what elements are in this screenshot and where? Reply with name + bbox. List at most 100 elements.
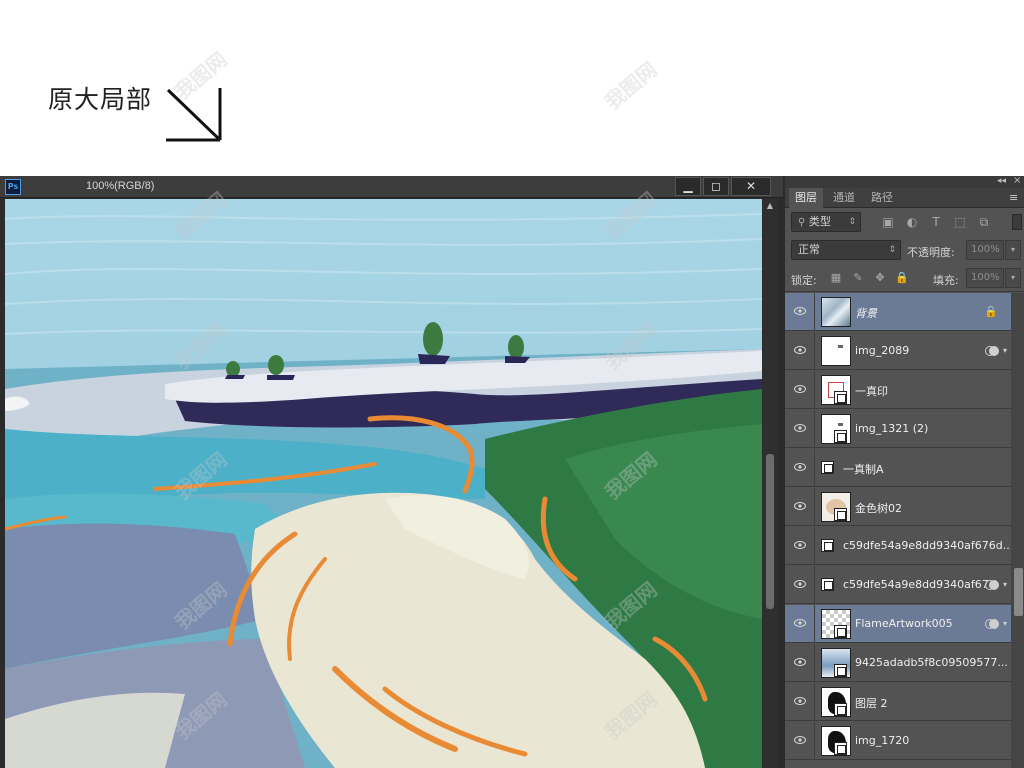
visibility-toggle[interactable] — [785, 566, 815, 604]
layer-row[interactable]: 背景 🔒 — [785, 293, 1011, 331]
expand-caret-icon[interactable]: ▾ — [1003, 346, 1007, 355]
smart-object-filter-icon[interactable]: ⧉ — [977, 215, 991, 229]
layer-row[interactable]: 一真印 — [785, 371, 1011, 409]
layer-row[interactable]: c59dfe54a9e8dd9340af67... ▾ — [785, 566, 1011, 604]
layer-list: 背景 🔒 img_2089 ▾ 一真印 img_1321 (2) 一真制A 金色树02 c59d… — [785, 293, 1024, 768]
layer-name[interactable]: img_1321 (2) — [855, 422, 928, 435]
layer-name[interactable]: FlameArtwork005 — [855, 617, 953, 630]
layer-row[interactable]: 9425adadb5f8c09509577... — [785, 644, 1011, 682]
adjustment-filter-icon[interactable]: ◐ — [905, 215, 919, 229]
layer-row[interactable]: img_1321 (2) — [785, 410, 1011, 448]
eye-icon — [794, 619, 806, 627]
panel-top-strip: ◂◂ × — [785, 175, 1024, 188]
filter-toggle[interactable] — [1012, 214, 1022, 230]
lock-position-icon[interactable]: ✥ — [873, 271, 887, 285]
collapse-panel-icon[interactable]: ◂◂ — [997, 176, 1006, 186]
eye-icon — [794, 307, 806, 315]
layer-row[interactable]: img_1720 — [785, 722, 1011, 760]
layer-name[interactable]: 9425adadb5f8c09509577... — [855, 656, 1008, 669]
filter-row: ⚲ 类型 ⇕ ▣ ◐ T ⬚ ⧉ — [785, 208, 1024, 236]
shape-filter-icon[interactable]: ⬚ — [953, 215, 967, 229]
panel-menu-icon[interactable]: ≡ — [1009, 191, 1018, 204]
fill-input[interactable]: 100% — [966, 268, 1004, 288]
close-panel-icon[interactable]: × — [1013, 175, 1021, 186]
layer-name[interactable]: 图层 2 — [855, 695, 888, 711]
smart-object-icon — [821, 461, 834, 474]
visibility-toggle[interactable] — [785, 293, 815, 331]
layer-style-icon[interactable] — [985, 617, 999, 631]
stroke-mark — [838, 423, 843, 426]
eye-icon — [794, 580, 806, 588]
layer-row[interactable]: c59dfe54a9e8dd9340af676d... — [785, 527, 1013, 565]
layer-name[interactable]: 背景 — [855, 305, 877, 321]
layer-name[interactable]: 金色树02 — [855, 500, 902, 516]
stroke-mark — [838, 345, 843, 348]
layer-list-scrollbar[interactable] — [1011, 293, 1024, 768]
layer-name[interactable]: 一真制A — [843, 461, 884, 477]
layer-row[interactable]: 一真制A — [785, 449, 1011, 487]
scroll-up-icon[interactable]: ▲ — [763, 201, 777, 211]
fx-circle — [989, 619, 999, 629]
layer-row[interactable]: img_2089 ▾ — [785, 332, 1011, 370]
layer-list-scroll-thumb[interactable] — [1014, 568, 1023, 616]
document-titlebar: Ps 100%(RGB/8) ▁ ◻ ✕ — [0, 176, 783, 198]
lock-row: 锁定: ▦ ✎ ✥ 🔒 填充: 100% ▾ — [785, 264, 1024, 292]
smart-object-icon — [834, 742, 847, 755]
visibility-toggle[interactable] — [785, 449, 815, 487]
lock-all-icon[interactable]: 🔒 — [895, 271, 909, 285]
canvas-painting[interactable] — [5, 199, 762, 768]
maximize-button[interactable]: ◻ — [703, 177, 729, 196]
pixel-filter-icon[interactable]: ▣ — [881, 215, 895, 229]
filter-kind-select[interactable]: ⚲ 类型 ⇕ — [791, 212, 861, 232]
search-icon: ⚲ — [798, 217, 806, 228]
layer-row[interactable]: 金色树02 — [785, 488, 1011, 526]
expand-caret-icon[interactable]: ▾ — [1003, 580, 1007, 589]
layer-style-icon[interactable] — [985, 578, 999, 592]
layer-name[interactable]: c59dfe54a9e8dd9340af676d... — [843, 539, 1013, 552]
tab-layers[interactable]: 图层 — [789, 188, 823, 208]
blend-mode-select[interactable]: 正常 ⇕ — [791, 240, 901, 260]
layer-row[interactable]: 图层 2 — [785, 683, 1011, 721]
eye-icon — [794, 463, 806, 471]
layer-name[interactable]: img_1720 — [855, 734, 909, 747]
eye-icon — [794, 346, 806, 354]
visibility-toggle[interactable] — [785, 683, 815, 721]
visibility-toggle[interactable] — [785, 605, 815, 643]
opacity-label: 不透明度: — [907, 246, 955, 259]
layer-row[interactable]: FlameArtwork005 ▾ — [785, 605, 1011, 643]
vertical-scrollbar[interactable]: ▲ — [763, 199, 777, 768]
filter-kind-label: 类型 — [808, 215, 831, 228]
eye-icon — [794, 424, 806, 432]
expand-caret-icon[interactable]: ▾ — [1003, 619, 1007, 628]
photoshop-icon: Ps — [5, 179, 21, 195]
visibility-toggle[interactable] — [785, 410, 815, 448]
eye-icon — [794, 541, 806, 549]
painting-image — [5, 199, 762, 768]
opacity-dropdown-icon[interactable]: ▾ — [1005, 240, 1021, 260]
minimize-button[interactable]: ▁ — [675, 177, 701, 196]
type-filter-icon[interactable]: T — [929, 215, 943, 229]
close-button[interactable]: ✕ — [731, 177, 771, 196]
scrollbar-thumb[interactable] — [766, 454, 774, 609]
tab-paths[interactable]: 路径 — [865, 188, 899, 208]
visibility-toggle[interactable] — [785, 488, 815, 526]
lock-icon: 🔒 — [984, 305, 998, 318]
smart-object-icon — [821, 578, 834, 591]
lock-label: 锁定: — [791, 274, 817, 287]
opacity-input[interactable]: 100% — [966, 240, 1004, 260]
layer-name[interactable]: c59dfe54a9e8dd9340af67... — [843, 578, 999, 591]
visibility-toggle[interactable] — [785, 371, 815, 409]
layer-style-icon[interactable] — [985, 344, 999, 358]
visibility-toggle[interactable] — [785, 332, 815, 370]
tab-channels[interactable]: 通道 — [827, 188, 861, 208]
layer-name[interactable]: 一真印 — [855, 383, 888, 399]
fill-dropdown-icon[interactable]: ▾ — [1005, 268, 1021, 288]
lock-transparency-icon[interactable]: ▦ — [829, 271, 843, 285]
visibility-toggle[interactable] — [785, 644, 815, 682]
visibility-toggle[interactable] — [785, 527, 815, 565]
lock-brush-icon[interactable]: ✎ — [851, 271, 865, 285]
visibility-toggle[interactable] — [785, 722, 815, 760]
smart-object-icon — [834, 625, 847, 638]
layer-name[interactable]: img_2089 — [855, 344, 909, 357]
fx-circle — [989, 580, 999, 590]
